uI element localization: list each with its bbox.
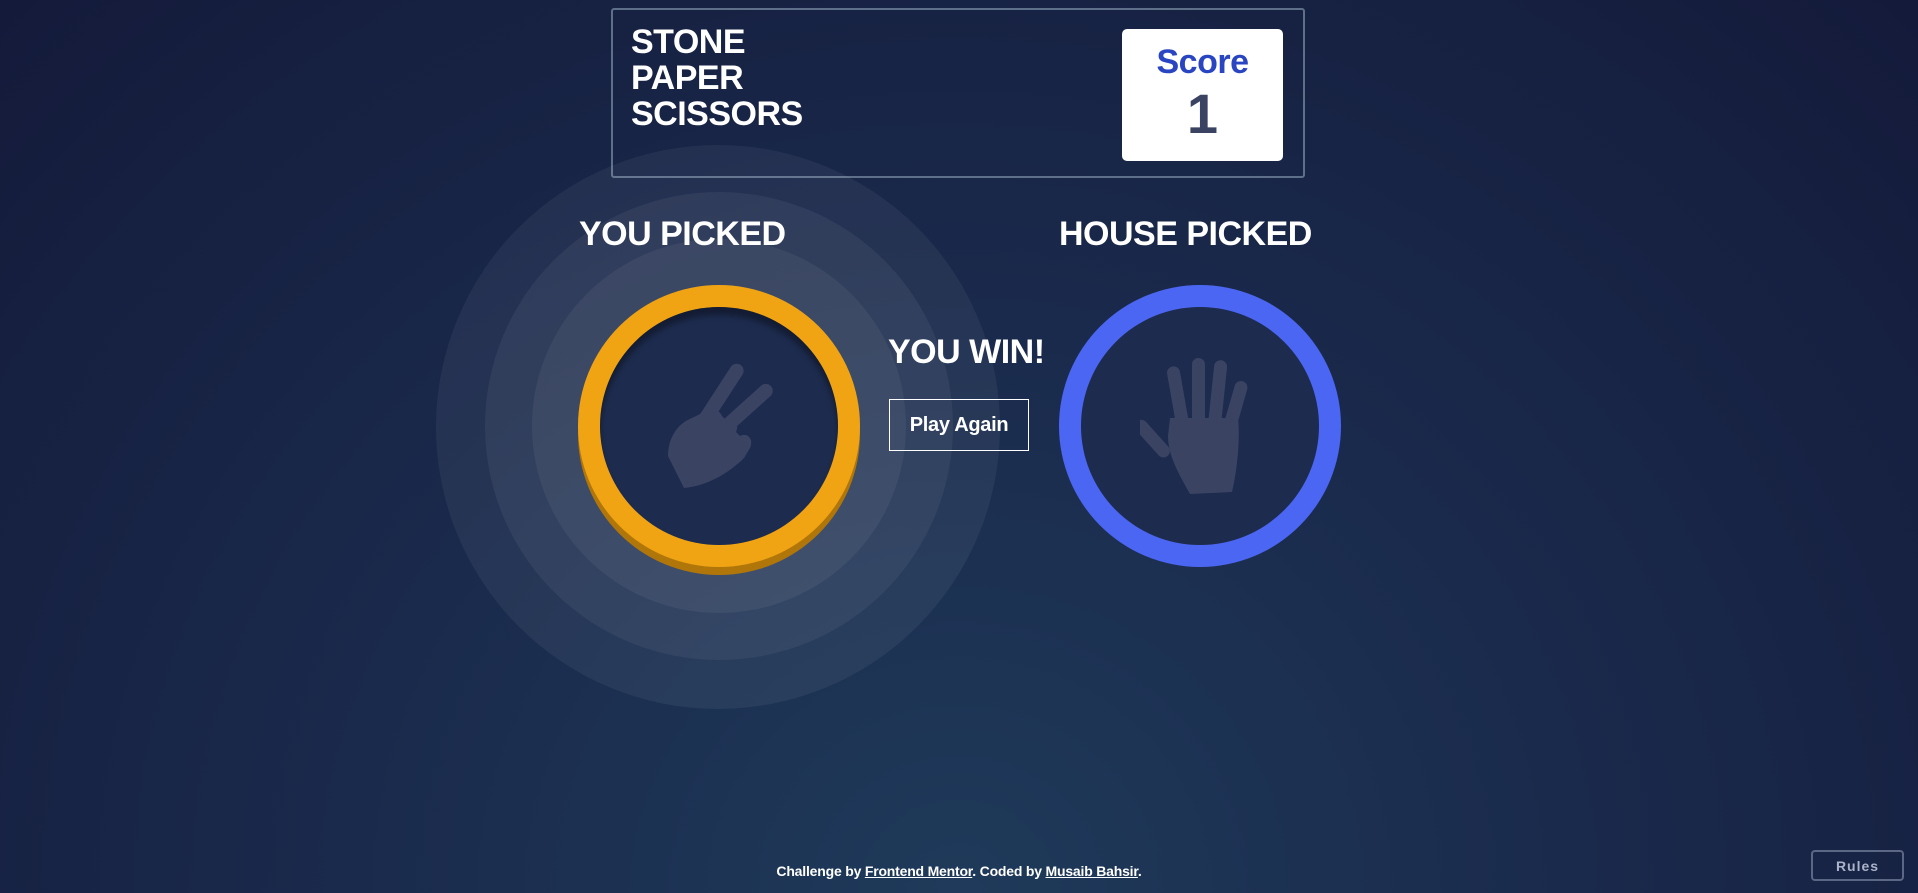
footer-prefix: Challenge by <box>776 863 865 879</box>
house-picked-label: HOUSE PICKED <box>1059 215 1312 253</box>
attribution-footer: Challenge by Frontend Mentor. Coded by M… <box>0 863 1918 879</box>
rules-button[interactable]: Rules <box>1811 850 1904 881</box>
you-picked-token-inner <box>600 307 838 545</box>
title-line-paper: PAPER <box>631 59 744 97</box>
house-picked-token <box>1059 285 1341 567</box>
scissors-hand-icon <box>668 363 773 488</box>
footer-middle: . Coded by <box>972 863 1046 879</box>
paper-hand-icon <box>1140 358 1248 494</box>
score-label: Score <box>1156 43 1250 81</box>
title-line-stone: STONE <box>631 23 746 61</box>
house-picked-token-inner <box>1081 307 1319 545</box>
result-text: YOU WIN! <box>888 333 1045 371</box>
title-line-scissors: SCISSORS <box>631 95 803 133</box>
score-value: 1 <box>1186 82 1219 145</box>
frontend-mentor-link[interactable]: Frontend Mentor <box>865 863 973 879</box>
score-box: Score 1 <box>1122 29 1283 161</box>
footer-suffix: . <box>1137 863 1142 879</box>
game-title: STONE PAPER SCISSORS <box>631 24 803 132</box>
you-picked-token <box>578 285 860 567</box>
author-link[interactable]: Musaib Bahsir <box>1046 863 1139 879</box>
play-again-button[interactable]: Play Again <box>889 399 1029 451</box>
